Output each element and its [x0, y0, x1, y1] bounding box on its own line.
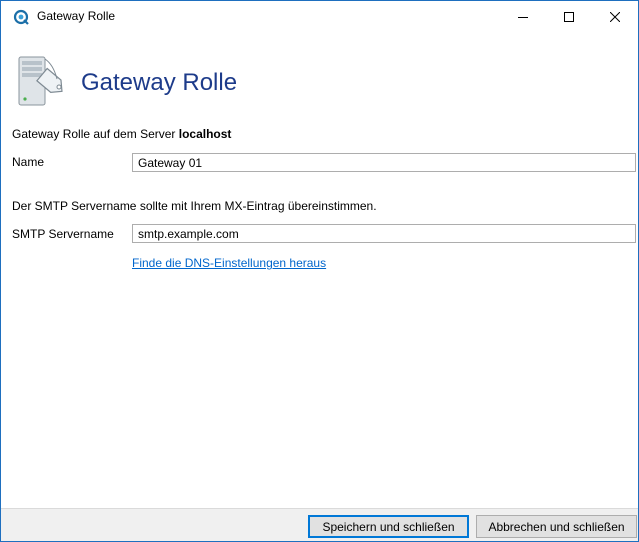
- cancel-and-close-button[interactable]: Abbrechen und schließen: [476, 515, 637, 538]
- name-label: Name: [12, 155, 45, 169]
- server-name: localhost: [178, 127, 232, 141]
- title-bar[interactable]: Gateway Rolle: [1, 1, 638, 32]
- gateway-role-window: Gateway Rolle Gateway Rolle Gateway Roll…: [0, 0, 639, 542]
- smtp-servername-label: SMTP Servername: [12, 227, 114, 241]
- maximize-icon: [564, 11, 574, 22]
- minimize-icon: [518, 16, 528, 18]
- minimize-button[interactable]: [500, 1, 546, 32]
- maximize-button[interactable]: [546, 1, 592, 32]
- dns-settings-link[interactable]: Finde die DNS-Einstellungen heraus: [132, 256, 326, 270]
- server-intro-text: Gateway Rolle auf dem Server localhost: [12, 127, 231, 141]
- smtp-note: Der SMTP Servername sollte mit Ihrem MX-…: [12, 199, 377, 213]
- smtp-servername-input[interactable]: [132, 224, 636, 243]
- server-tag-icon: [18, 56, 63, 106]
- app-logo-icon: [13, 9, 29, 25]
- name-input[interactable]: [132, 153, 636, 172]
- page-title: Gateway Rolle: [81, 69, 238, 96]
- save-and-close-button[interactable]: Speichern und schließen: [308, 515, 469, 538]
- close-button[interactable]: [592, 1, 638, 32]
- close-icon: [610, 11, 620, 22]
- server-intro-prefix: Gateway Rolle auf dem Server: [12, 127, 179, 141]
- window-title: Gateway Rolle: [37, 9, 116, 23]
